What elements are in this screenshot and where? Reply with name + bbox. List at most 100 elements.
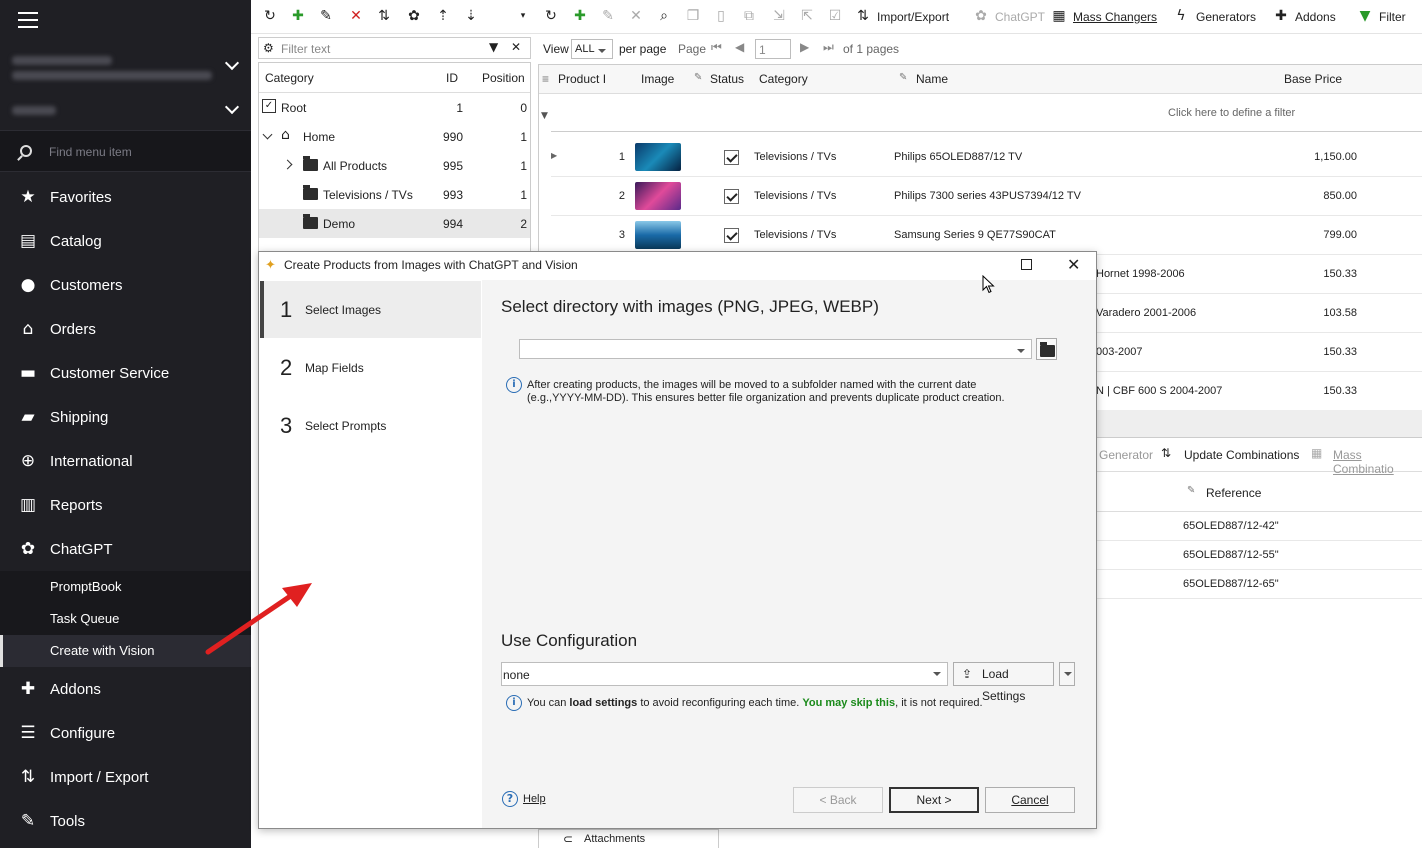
- column-header-image[interactable]: Image: [641, 72, 674, 86]
- browse-folder-button[interactable]: [1036, 338, 1057, 360]
- column-header-id[interactable]: ID: [446, 63, 458, 93]
- dialog-title-bar[interactable]: ✦ Create Products from Images with ChatG…: [259, 252, 1096, 280]
- generator-button[interactable]: Generator: [1099, 448, 1153, 462]
- sidebar-item-reports[interactable]: ▥ Reports: [0, 483, 251, 527]
- tree-row[interactable]: Televisions / TVs 993 1: [259, 180, 530, 209]
- category-filter[interactable]: ⚙ Filter text ▼ ✕: [258, 37, 531, 59]
- next-button[interactable]: Next >: [889, 787, 979, 813]
- assign-icon[interactable]: ⇲: [771, 8, 787, 24]
- delete-icon[interactable]: ✕: [348, 8, 364, 24]
- add-icon[interactable]: ✚: [290, 8, 306, 24]
- view-select[interactable]: ALL: [571, 39, 613, 59]
- column-header-reference[interactable]: Reference: [1206, 486, 1261, 500]
- cancel-button[interactable]: Cancel: [985, 787, 1075, 813]
- duplicate-icon[interactable]: ⧉: [741, 8, 757, 24]
- import-export-icon[interactable]: ⇅: [855, 8, 871, 24]
- page-input[interactable]: 1: [755, 39, 791, 59]
- tree-row[interactable]: ✓ Root 1 0: [259, 93, 530, 122]
- column-header-product[interactable]: Product I: [558, 72, 606, 86]
- directory-combo[interactable]: [519, 339, 1032, 359]
- generators-menu[interactable]: Generators: [1196, 10, 1256, 24]
- sidebar-item-import-export[interactable]: ⇅ Import / Export: [0, 755, 251, 799]
- filter-apply-icon[interactable]: ▼: [489, 40, 498, 54]
- filter-icon[interactable]: ▼: [1357, 8, 1373, 24]
- menu-search-input[interactable]: Find menu item: [49, 145, 132, 159]
- copy-icon[interactable]: ❐: [685, 8, 701, 24]
- unassign-icon[interactable]: ⇱: [799, 8, 815, 24]
- menu-search[interactable]: Find menu item: [0, 130, 251, 172]
- chatgpt-icon[interactable]: ✿: [406, 8, 422, 24]
- sidebar-item-customer-service[interactable]: ▬ Customer Service: [0, 351, 251, 395]
- shop-selector[interactable]: [0, 88, 251, 132]
- close-icon[interactable]: ✕: [1067, 255, 1080, 274]
- sidebar-item-tools[interactable]: ✎ Tools: [0, 799, 251, 843]
- tree-row[interactable]: All Products 995 1: [259, 151, 530, 180]
- status-checkbox[interactable]: [724, 150, 739, 165]
- column-header-category[interactable]: Category: [265, 63, 314, 93]
- back-button[interactable]: < Back: [793, 787, 883, 813]
- column-header-status[interactable]: Status: [710, 72, 744, 86]
- check-icon[interactable]: ☑: [827, 8, 843, 24]
- filter-row[interactable]: Click here to define a filter: [551, 94, 1422, 132]
- move-down-icon[interactable]: ⇣: [463, 8, 479, 24]
- table-row[interactable]: 2 Televisions / TVs Philips 7300 series …: [551, 177, 1422, 216]
- sidebar-subitem-task-queue[interactable]: Task Queue: [0, 603, 251, 635]
- sidebar-item-configure[interactable]: ☰ Configure: [0, 711, 251, 755]
- dropdown-arrow-icon[interactable]: ▾: [515, 8, 531, 24]
- load-settings-button[interactable]: ⇪ Load Settings: [953, 662, 1054, 703]
- help-link[interactable]: Help: [523, 793, 546, 805]
- next-page-icon[interactable]: ▶: [800, 40, 809, 54]
- edit-icon[interactable]: ✎: [600, 8, 616, 24]
- wizard-step-select-prompts[interactable]: 3 Select Prompts: [260, 397, 481, 454]
- status-checkbox[interactable]: [724, 228, 739, 243]
- puzzle-icon[interactable]: ✚: [1273, 8, 1289, 24]
- maximize-icon[interactable]: [1021, 259, 1032, 270]
- mass-changers-icon[interactable]: ▦: [1051, 8, 1067, 24]
- checkbox-icon[interactable]: ✓: [262, 99, 276, 113]
- filter-menu[interactable]: Filter: [1379, 10, 1406, 24]
- sidebar-subitem-promptbook[interactable]: PromptBook: [0, 571, 251, 603]
- chatgpt-icon[interactable]: ✿: [973, 8, 989, 24]
- add-icon[interactable]: ✚: [572, 8, 588, 24]
- gear-icon[interactable]: ⚙: [263, 41, 274, 55]
- store-selector[interactable]: [0, 44, 251, 88]
- edit-icon[interactable]: ✎: [318, 8, 334, 24]
- sidebar-item-orders[interactable]: ⌂ Orders: [0, 307, 251, 351]
- table-row[interactable]: ▶ 1 Televisions / TVs Philips 65OLED887/…: [551, 138, 1422, 177]
- addons-menu[interactable]: Addons: [1295, 10, 1336, 24]
- help-icon[interactable]: ?: [502, 791, 518, 807]
- refresh-icon[interactable]: ↻: [262, 8, 278, 24]
- update-combinations-button[interactable]: Update Combinations: [1184, 448, 1299, 462]
- delete-icon[interactable]: ✕: [628, 8, 644, 24]
- sidebar-subitem-create-with-vision[interactable]: Create with Vision: [0, 635, 251, 667]
- hamburger-menu-icon[interactable]: [18, 12, 38, 28]
- refresh-icon[interactable]: ↻: [543, 8, 559, 24]
- sidebar-item-addons[interactable]: ✚ Addons: [0, 667, 251, 711]
- column-header-name[interactable]: Name: [916, 72, 948, 86]
- lightning-icon[interactable]: ϟ: [1173, 8, 1189, 24]
- search-icon[interactable]: ⌕: [656, 8, 672, 24]
- load-settings-dropdown[interactable]: [1059, 662, 1075, 686]
- paste-icon[interactable]: ▯: [713, 8, 729, 24]
- config-select[interactable]: none: [501, 662, 948, 686]
- status-checkbox[interactable]: [724, 189, 739, 204]
- tree-row-selected[interactable]: Demo 994 2: [259, 209, 530, 238]
- column-header-category[interactable]: Category: [759, 72, 808, 86]
- sidebar-item-favorites[interactable]: ★ Favorites: [0, 175, 251, 219]
- expand-icon[interactable]: [282, 159, 293, 170]
- sidebar-item-customers[interactable]: ● Customers: [0, 263, 251, 307]
- wizard-step-select-images[interactable]: 1 Select Images: [260, 281, 481, 338]
- prev-page-icon[interactable]: ◀: [735, 40, 744, 54]
- move-up-icon[interactable]: ⇡: [435, 8, 451, 24]
- tree-row[interactable]: ⌂ Home 990 1: [259, 122, 530, 151]
- filter-clear-icon[interactable]: ✕: [511, 40, 521, 54]
- import-export-menu[interactable]: Import/Export: [877, 10, 949, 24]
- sidebar-item-shipping[interactable]: ▰ Shipping: [0, 395, 251, 439]
- attachments-tab[interactable]: ⊂ Attachments: [539, 829, 719, 848]
- mass-changers-menu[interactable]: Mass Changers: [1073, 10, 1157, 24]
- column-header-base-price[interactable]: Base Price: [1284, 72, 1342, 86]
- table-row[interactable]: 3 Televisions / TVs Samsung Series 9 QE7…: [551, 216, 1422, 255]
- sidebar-item-international[interactable]: ⊕ International: [0, 439, 251, 483]
- drag-handle-icon[interactable]: ≡: [542, 72, 549, 86]
- move-icon[interactable]: ⇅: [376, 8, 392, 24]
